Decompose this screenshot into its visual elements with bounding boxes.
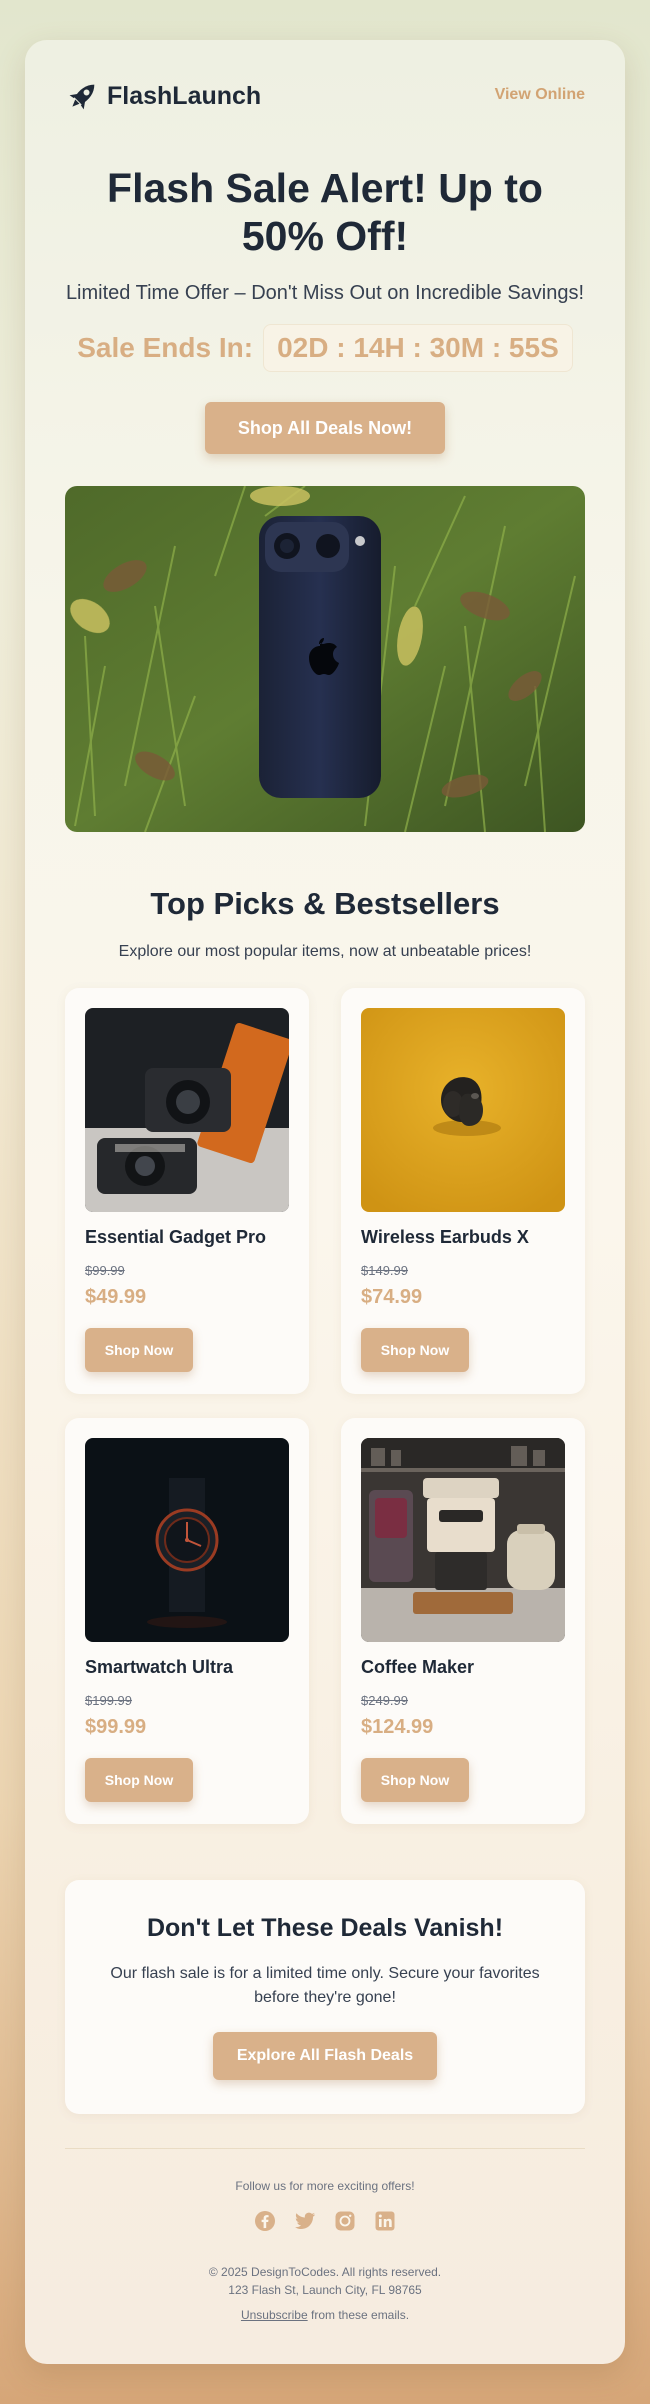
unsubscribe-link[interactable]: Unsubscribe [241,2308,308,2322]
rocket-icon [69,84,95,110]
shop-all-deals-button[interactable]: Shop All Deals Now! [205,402,445,454]
brand-name: FlashLaunch [107,81,262,110]
product-image[interactable] [85,1008,289,1212]
twitter-icon[interactable] [294,2210,316,2232]
instagram-icon[interactable] [334,2210,356,2232]
product-price: $124.99 [361,1716,434,1738]
product-name[interactable]: Coffee Maker [361,1657,474,1678]
product-name[interactable]: Essential Gadget Pro [85,1227,266,1248]
brand-logo[interactable]: FlashLaunch [65,78,261,114]
product-name[interactable]: Smartwatch Ultra [85,1657,233,1678]
product-old-price: $249.99 [361,1693,408,1708]
product-old-price: $99.99 [85,1263,125,1278]
cta-title: Don't Let These Deals Vanish! [146,1914,504,1942]
product-card: Wireless Earbuds X $149.99 $74.99 Shop N… [341,988,585,1394]
product-card: Essential Gadget Pro $99.99 $49.99 Shop … [65,988,309,1394]
shop-now-button[interactable]: Shop Now [361,1328,469,1372]
product-old-price: $149.99 [361,1263,408,1278]
product-image[interactable] [85,1438,289,1642]
address-text: 123 Flash St, Launch City, FL 98765 [228,2283,422,2297]
linkedin-icon[interactable] [374,2210,396,2232]
cta-text: Our flash sale is for a limited time onl… [110,1965,540,2006]
follow-text: Follow us for more exciting offers! [235,2179,415,2193]
shop-now-button[interactable]: Shop Now [361,1758,469,1802]
hero-product-image[interactable] [65,486,585,832]
cta-box: Don't Let These Deals Vanish! Our flash … [65,1880,585,2114]
hero-title: Flash Sale Alert! Up to 50% Off! [107,165,543,259]
product-price: $49.99 [85,1286,147,1308]
view-online-link[interactable]: View Online [495,86,585,104]
product-card: Coffee Maker $249.99 $124.99 Shop Now [341,1418,585,1824]
product-old-price: $199.99 [85,1693,132,1708]
product-name[interactable]: Wireless Earbuds X [361,1227,529,1248]
facebook-icon[interactable] [254,2210,276,2232]
unsubscribe-line: Unsubscribe from these emails. [25,2308,625,2322]
product-image[interactable] [361,1008,565,1212]
countdown-label: Sale Ends In: [77,332,254,363]
social-links [25,2210,625,2232]
shop-now-button[interactable]: Shop Now [85,1758,193,1802]
product-price: $74.99 [361,1286,423,1308]
product-price: $99.99 [85,1716,147,1738]
shop-now-button[interactable]: Shop Now [85,1328,193,1372]
copyright-text: © 2025 DesignToCodes. All rights reserve… [208,2265,442,2279]
email-card: FlashLaunch View Online Flash Sale Alert… [25,40,625,2364]
unsubscribe-text: from these emails. [307,2308,410,2322]
explore-deals-button[interactable]: Explore All Flash Deals [213,2032,437,2080]
hero-subtitle: Limited Time Offer – Don't Miss Out on I… [65,282,585,304]
divider [65,2148,585,2149]
product-image[interactable] [361,1438,565,1642]
countdown: Sale Ends In: 02D : 14H : 30M : 55S [25,324,625,372]
section-subtitle: Explore our most popular items, now at u… [118,943,532,960]
countdown-timer: 02D : 14H : 30M : 55S [263,324,573,372]
section-title: Top Picks & Bestsellers [150,886,500,921]
product-card: Smartwatch Ultra $199.99 $99.99 Shop Now [65,1418,309,1824]
